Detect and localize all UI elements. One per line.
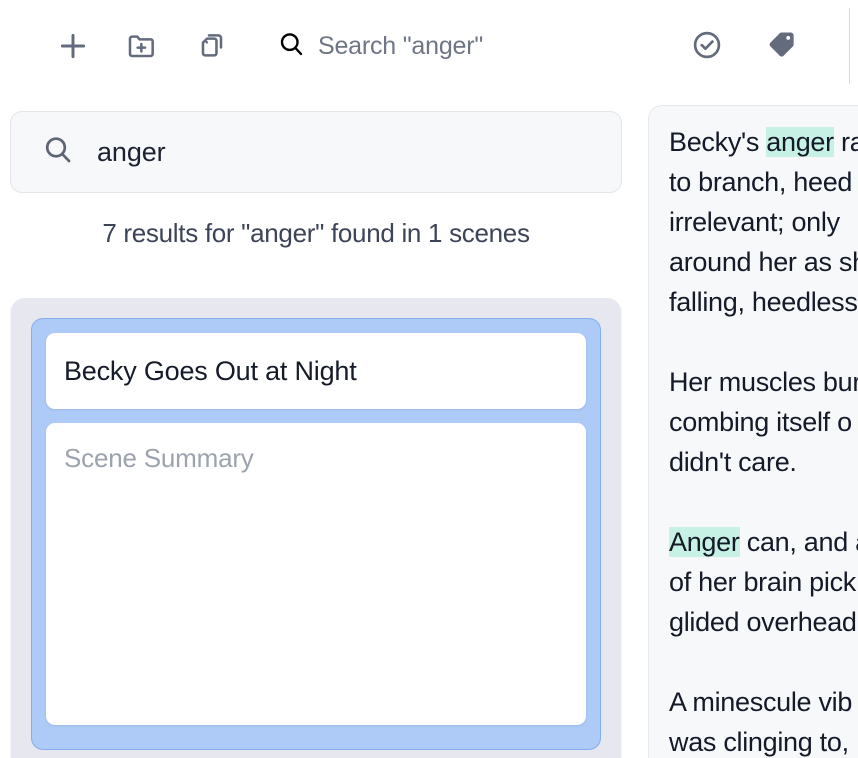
tag-icon (764, 28, 798, 65)
toolbar-search-label: Search "anger" (318, 31, 484, 60)
scene-title-input[interactable]: Becky Goes Out at Night (46, 333, 586, 409)
document-paragraph: A minescule vib was clinging to, (669, 682, 858, 758)
search-results-column: anger 7 results for "anger" found in 1 s… (0, 92, 632, 758)
document-paragraph: Becky's anger ra to branch, heed irrelev… (669, 122, 858, 322)
search-input-value: anger (97, 136, 166, 167)
top-toolbar: Search "anger" (0, 0, 858, 92)
toolbar-divider (849, 8, 850, 84)
document-text: Becky's anger ra to branch, heed irrelev… (669, 122, 858, 758)
toolbar-search-button[interactable]: Search "anger" (276, 20, 483, 72)
app-root: Search "anger" anger 7 results for "ange… (0, 0, 858, 758)
search-match-highlight: Anger (669, 527, 740, 557)
document-preview-panel[interactable]: Becky's anger ra to branch, heed irrelev… (648, 105, 858, 758)
scene-result-card[interactable]: Becky Goes Out at Night Scene Summary (11, 298, 621, 758)
search-input[interactable]: anger (10, 111, 622, 193)
document-paragraph: Her muscles bur combing itself o didn't … (669, 362, 858, 482)
check-circle-button[interactable] (685, 24, 729, 68)
add-button[interactable] (50, 24, 96, 70)
document-text-run: A minescule vib was clinging to, (669, 687, 853, 757)
document-text-run: Becky's (669, 127, 767, 157)
scene-summary-input[interactable]: Scene Summary (46, 423, 586, 725)
search-icon (276, 29, 306, 64)
search-icon (41, 133, 75, 172)
search-match-highlight: anger (766, 127, 834, 157)
duplicate-button[interactable] (190, 24, 236, 70)
duplicate-icon (197, 30, 229, 65)
plus-icon (56, 29, 90, 66)
tag-button[interactable] (759, 24, 803, 68)
check-circle-icon (690, 28, 724, 65)
document-paragraph: Anger can, and a of her brain pick glide… (669, 522, 858, 642)
folder-plus-icon (126, 30, 158, 65)
new-folder-button[interactable] (119, 24, 165, 70)
document-text-run: Her muscles bur combing itself o didn't … (669, 367, 858, 477)
results-summary: 7 results for "anger" found in 1 scenes (102, 218, 530, 248)
scene-card-selected-frame[interactable]: Becky Goes Out at Night Scene Summary (31, 318, 601, 750)
